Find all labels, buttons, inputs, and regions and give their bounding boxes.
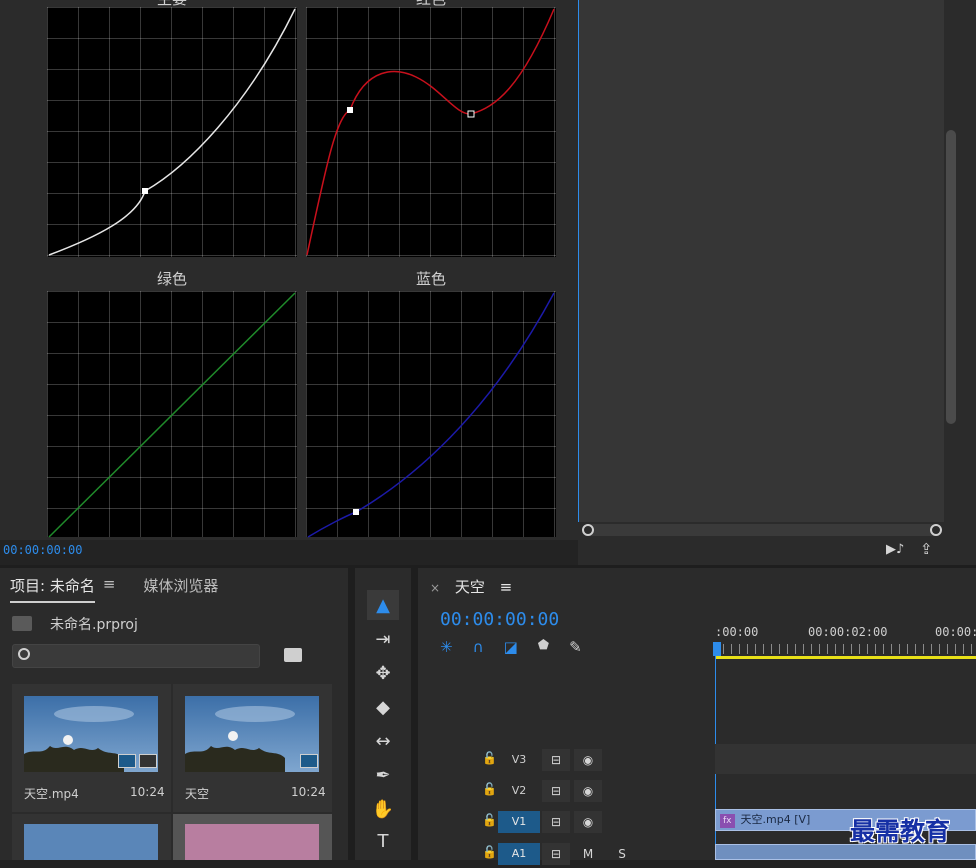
audio-badge-icon xyxy=(139,754,157,768)
work-area-bar[interactable] xyxy=(715,656,976,659)
solo-button[interactable]: S xyxy=(608,843,636,865)
item-duration: 10:24 xyxy=(291,785,326,799)
hand-tool-icon[interactable]: ✋ xyxy=(367,794,399,824)
track-v2[interactable]: V2 xyxy=(498,780,540,802)
track-v1-header: 🔓 V1 ⊟ ◉ xyxy=(418,806,715,836)
track-v1[interactable]: V1 xyxy=(498,811,540,833)
folder-icon xyxy=(12,616,32,631)
sky-sequence-thumbnail xyxy=(185,696,319,772)
sky-thumbnail xyxy=(24,696,158,772)
linked-selection-icon[interactable]: ◪ xyxy=(504,638,518,658)
ruler-label-0: :00:00 xyxy=(715,625,759,639)
track-v3-header: 🔓 V3 ⊟ ◉ xyxy=(418,744,715,774)
insert-button[interactable]: ▶♪ xyxy=(886,542,904,557)
lock-icon[interactable]: 🔓 xyxy=(482,751,497,765)
zoom-scrollbar[interactable] xyxy=(582,524,942,536)
razor-tool-icon[interactable]: ◆ xyxy=(367,692,399,722)
pink-sky-thumbnail xyxy=(185,824,319,860)
item-name: 天空 xyxy=(185,787,210,801)
sync-lock-icon[interactable]: ⊟ xyxy=(542,780,570,802)
blue-curve-graph[interactable] xyxy=(306,291,556,538)
snap-icon[interactable]: ∩ xyxy=(473,638,484,658)
project-item-1[interactable]: 天空.mp4 10:24 xyxy=(12,684,171,812)
item-duration: 10:24 xyxy=(130,785,165,799)
ruler-label-2: 00:00:0 xyxy=(935,625,976,639)
nest-icon[interactable]: ✳ xyxy=(440,638,453,658)
project-item-2[interactable]: 天空 10:24 xyxy=(173,684,332,812)
add-marker-icon[interactable]: ⬟ xyxy=(538,638,549,658)
tab-project[interactable]: 项目: 未命名 xyxy=(10,575,95,603)
blue-curve-title: 蓝色 xyxy=(415,270,446,288)
timeline-menu-icon[interactable]: ≡ xyxy=(500,578,513,596)
zoom-handle-left[interactable] xyxy=(582,524,594,536)
red-curve-graph[interactable] xyxy=(306,7,556,257)
close-icon[interactable]: × xyxy=(430,581,440,595)
search-icon xyxy=(18,648,30,660)
sync-lock-icon[interactable]: ⊟ xyxy=(542,749,570,771)
project-item-4[interactable] xyxy=(173,814,332,860)
ripple-edit-tool-icon[interactable]: ✥ xyxy=(367,658,399,688)
timeline-tab[interactable]: × 天空 ≡ xyxy=(430,576,512,597)
track-a1[interactable]: A1 xyxy=(498,843,540,865)
sync-lock-icon[interactable]: ⊟ xyxy=(542,811,570,833)
track-v2-header: 🔓 V2 ⊟ ◉ xyxy=(418,775,715,805)
track-select-tool-icon[interactable]: ⇥ xyxy=(367,624,399,654)
project-item-3[interactable] xyxy=(12,814,171,860)
timeline-timecode[interactable]: 00:00:00:00 xyxy=(440,609,559,630)
track-v3[interactable]: V3 xyxy=(498,749,540,771)
timeline-tools: ✳ ∩ ◪ ⬟ ✎ xyxy=(440,638,582,658)
watermark-logo: 最需教育 xyxy=(850,817,951,846)
green-curve-graph[interactable] xyxy=(47,291,297,538)
pen-tool-icon[interactable]: ✒ xyxy=(367,760,399,790)
export-frame-button[interactable]: ⇪ xyxy=(920,540,933,558)
green-curve-title: 绿色 xyxy=(156,270,187,288)
fx-badge: fx xyxy=(720,814,735,828)
project-search-input[interactable] xyxy=(12,644,260,668)
sync-lock-icon[interactable]: ⊟ xyxy=(542,843,570,865)
master-curve-graph[interactable] xyxy=(47,7,297,257)
master-curve-point[interactable] xyxy=(142,188,148,194)
playhead-handle[interactable] xyxy=(713,642,721,656)
new-bin-icon[interactable] xyxy=(284,648,302,662)
program-viewer[interactable] xyxy=(578,0,944,522)
lock-icon[interactable]: 🔓 xyxy=(482,782,497,796)
ruler-label-1: 00:00:02:00 xyxy=(808,625,888,639)
lock-icon[interactable]: 🔓 xyxy=(482,845,497,859)
project-menu-icon[interactable]: ≡ xyxy=(103,575,116,603)
sky-thumbnail xyxy=(24,824,158,860)
eye-icon[interactable]: ◉ xyxy=(574,811,602,833)
video-badge-icon xyxy=(118,754,136,768)
lock-icon[interactable]: 🔓 xyxy=(482,813,497,827)
red-curve-point-1[interactable] xyxy=(347,107,353,113)
eye-icon[interactable]: ◉ xyxy=(574,749,602,771)
settings-wrench-icon[interactable]: ✎ xyxy=(569,638,582,658)
track-a1-header: 🔓 A1 ⊟ M S xyxy=(418,838,715,868)
rgb-curves-panel: 主要 红色 绿色 蓝色 00:00:00:00 xyxy=(0,0,578,557)
project-file-name: 未命名.prproj xyxy=(50,617,138,633)
program-monitor: ▶♪ ⇪ xyxy=(578,0,976,565)
selection-tool-icon[interactable]: ▲ xyxy=(367,590,399,620)
vertical-scrollbar[interactable] xyxy=(946,130,956,424)
zoom-handle-right[interactable] xyxy=(930,524,942,536)
sequence-badge-icon xyxy=(300,754,318,768)
clip-label: 天空.mp4 [V] xyxy=(740,813,811,826)
type-tool-icon[interactable]: T xyxy=(367,826,399,856)
red-curve-point-2[interactable] xyxy=(467,110,475,118)
source-timecode[interactable]: 00:00:00:00 xyxy=(3,543,82,557)
slip-tool-icon[interactable]: ↔ xyxy=(367,726,399,756)
project-tabs: 项目: 未命名 ≡ 媒体浏览器 xyxy=(10,575,218,603)
eye-icon[interactable]: ◉ xyxy=(574,780,602,802)
tab-media-browser[interactable]: 媒体浏览器 xyxy=(143,575,218,603)
tools-panel: ▲ ⇥ ✥ ◆ ↔ ✒ ✋ T xyxy=(355,568,411,860)
time-ruler-ticks[interactable] xyxy=(715,644,976,654)
sequence-name: 天空 xyxy=(454,578,485,596)
item-name: 天空.mp4 xyxy=(24,787,79,801)
v3-track-area xyxy=(715,744,976,774)
blue-curve-point[interactable] xyxy=(353,509,359,515)
mute-button[interactable]: M xyxy=(574,843,602,865)
